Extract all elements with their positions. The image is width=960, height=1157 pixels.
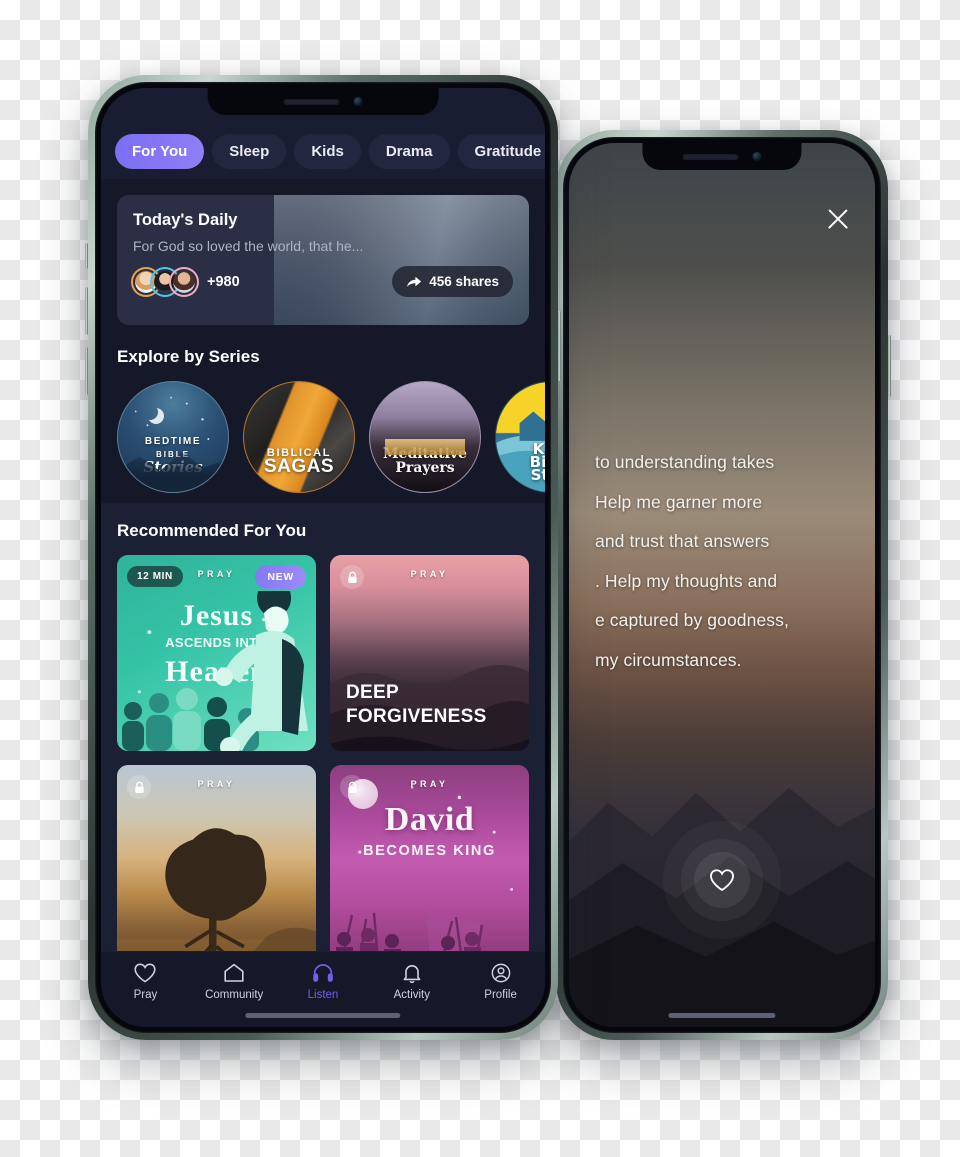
stars-icon — [134, 396, 210, 440]
favorite-button[interactable] — [694, 852, 750, 908]
power-button[interactable] — [888, 335, 891, 397]
power-button[interactable] — [558, 311, 561, 381]
nav-label: Profile — [484, 989, 517, 1001]
bell-icon — [403, 965, 421, 984]
share-button[interactable]: 456 shares — [392, 266, 513, 297]
card-title: DEEP FORGIVENESS — [346, 682, 487, 727]
volume-up-button[interactable] — [85, 287, 88, 335]
person-circle-icon — [491, 963, 510, 983]
content-card-jesus-ascends-into-heaven[interactable]: 12 MIN PRAY NEW Jesus ASCENDS INTO Heave… — [117, 555, 316, 751]
earpiece-speaker-icon — [682, 153, 739, 160]
series-heading: Explore by Series — [117, 347, 260, 366]
series-item-biblical-sagas[interactable]: BIBLICAL SAGAS — [243, 381, 355, 493]
prayer-line: . Help my thoughts and — [595, 570, 778, 591]
nav-item-community[interactable]: Community — [190, 962, 279, 1001]
nav-label: Pray — [133, 989, 158, 1001]
lock-badge — [127, 775, 151, 799]
duration-badge: 12 MIN — [127, 566, 183, 587]
tab-drama[interactable]: Drama — [368, 134, 450, 169]
tab-kids[interactable]: Kids — [294, 134, 361, 169]
army-silhouette-icon — [336, 909, 484, 951]
avatar — [171, 269, 197, 295]
daily-footer: +980 456 shares — [133, 266, 513, 297]
nav-item-listen[interactable]: Listen — [279, 962, 368, 1001]
series-label: BIBLICAL SAGAS — [263, 447, 335, 477]
lock-icon — [134, 781, 144, 793]
series-label: Meditative Prayers — [383, 446, 467, 476]
player-phone-bezel: to understanding takes Help me garner mo… — [563, 137, 881, 1033]
recommended-section: Recommended For You 12 MIN PRAY NEW Jesu… — [101, 503, 545, 951]
recommended-heading: Recommended For You — [117, 521, 307, 540]
new-badge: NEW — [255, 565, 306, 589]
prayer-line: my circumstances. — [595, 649, 742, 670]
series-carousel[interactable]: BEDTIME BIBLE Stories BIBLICAL SAGAS Med… — [101, 381, 545, 493]
player-screen: to understanding takes Help me garner mo… — [569, 143, 875, 1027]
browse-phone-device: For You Sleep Kids Drama Gratitude Today… — [85, 75, 561, 1040]
prayer-line: e captured by goodness, — [595, 610, 789, 630]
player-notch — [642, 143, 802, 170]
share-count-label: 456 shares — [429, 274, 499, 289]
home-indicator[interactable] — [245, 1013, 401, 1018]
volume-down-button[interactable] — [85, 347, 88, 395]
listener-avatars — [133, 269, 195, 295]
browse-screen: For You Sleep Kids Drama Gratitude Today… — [101, 88, 545, 1027]
nav-item-profile[interactable]: Profile — [456, 962, 545, 1001]
series-label: Kids Bible Stori — [529, 440, 545, 484]
lock-badge — [340, 775, 364, 799]
series-item-meditative-prayers[interactable]: Meditative Prayers — [369, 381, 481, 493]
nav-item-activity[interactable]: Activity — [367, 962, 456, 1001]
lock-badge — [340, 565, 364, 589]
lock-icon — [347, 571, 357, 583]
home-indicator[interactable] — [668, 1013, 776, 1018]
nav-label: Listen — [307, 989, 339, 1001]
card-title-line1: David — [384, 801, 475, 838]
front-camera-icon — [752, 152, 762, 161]
browse-phone-bezel: For You Sleep Kids Drama Gratitude Today… — [95, 82, 551, 1033]
content-card-deep-forgiveness[interactable]: PRAY DEEP FORGIVENESS — [330, 555, 529, 751]
content-card-sunrise-tree[interactable]: PRAY — [117, 765, 316, 951]
browse-notch — [207, 88, 439, 115]
tab-sleep[interactable]: Sleep — [212, 134, 287, 169]
daily-verse: For God so loved the world, that he... — [133, 238, 364, 254]
series-item-bedtime-bible-stories[interactable]: BEDTIME BIBLE Stories — [117, 381, 229, 493]
tab-for-you[interactable]: For You — [115, 134, 205, 169]
favorite-button-ring — [681, 839, 763, 921]
series-item-kids-bible-stories[interactable]: Kids Bible Stori — [495, 381, 545, 493]
daily-card-content: Today's Daily For God so loved the world… — [117, 195, 529, 297]
headphones-icon — [313, 964, 333, 982]
nav-item-pray[interactable]: Pray — [101, 962, 190, 1001]
recommended-grid: 12 MIN PRAY NEW Jesus ASCENDS INTO Heave… — [101, 555, 545, 951]
home-icon — [224, 963, 244, 982]
jesus-figure-illustration — [215, 591, 308, 751]
heart-icon — [710, 869, 734, 892]
mute-switch[interactable] — [85, 243, 88, 269]
prayer-line: to understanding takes — [595, 452, 775, 472]
listener-count: +980 — [207, 273, 240, 290]
close-icon[interactable] — [825, 205, 851, 231]
content-scroll-area[interactable]: Today's Daily For God so loved the world… — [101, 179, 545, 951]
explore-by-series-section: Explore by Series BEDTIME BIBLE Stories … — [101, 345, 545, 503]
tab-gratitude[interactable]: Gratitude — [457, 134, 545, 169]
daily-title: Today's Daily — [133, 211, 238, 229]
earpiece-speaker-icon — [283, 98, 340, 105]
card-title-line2: BECOMES KING — [363, 843, 496, 859]
player-phone-device: to understanding takes Help me garner mo… — [553, 130, 891, 1040]
todays-daily-card[interactable]: Today's Daily For God so loved the world… — [117, 195, 529, 325]
nav-label: Activity — [393, 989, 430, 1001]
prayer-line: Help me garner more — [595, 491, 763, 512]
pray-app: For You Sleep Kids Drama Gratitude Today… — [101, 88, 545, 1027]
front-camera-icon — [353, 97, 363, 106]
nav-label: Community — [205, 989, 264, 1001]
heart-icon — [134, 963, 156, 983]
favorite-button-halo — [663, 821, 781, 939]
todays-daily-section: Today's Daily For God so loved the world… — [101, 179, 545, 345]
content-card-david-becomes-king[interactable]: PRAY David BECOMES KING — [330, 765, 529, 951]
mockup-stage: to understanding takes Help me garner mo… — [0, 0, 960, 1157]
lock-icon — [347, 781, 357, 793]
prayer-line: and trust that answers — [595, 531, 770, 551]
prayer-text-body: to understanding takes Help me garner mo… — [595, 443, 849, 680]
share-arrow-icon — [407, 276, 422, 287]
